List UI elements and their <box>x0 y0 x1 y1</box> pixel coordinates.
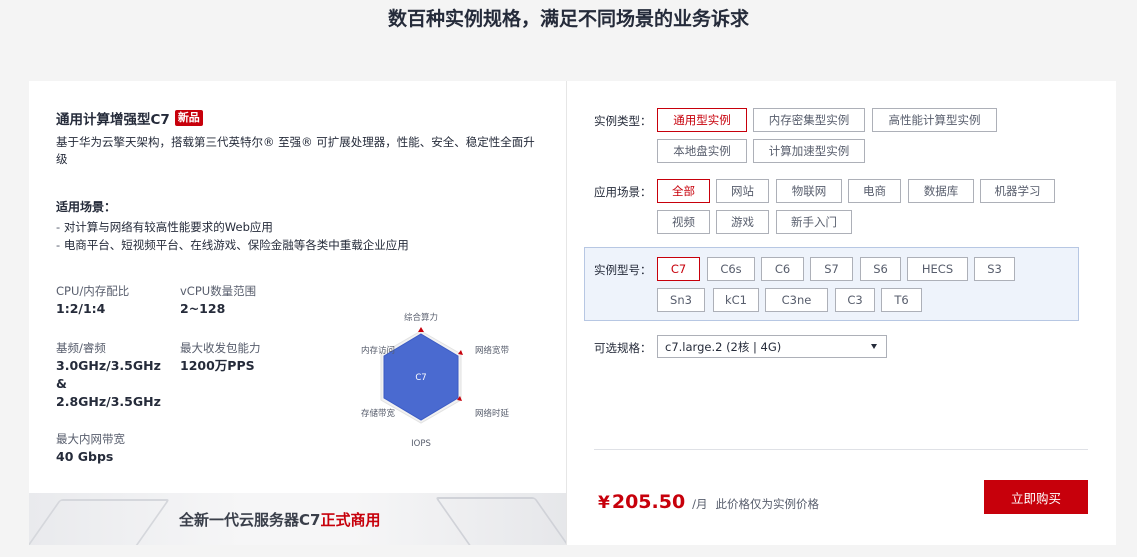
spec-frequency: 基频/睿频 3.0GHz/3.5GHz & 2.8GHz/3.5GHz <box>56 340 168 411</box>
spec-cpu-memory-ratio: CPU/内存配比 1:2/1:4 <box>56 283 129 318</box>
price-display: ¥ 205.50 /月 此价格仅为实例价格 <box>598 491 819 513</box>
instance-type-label: 实例类型： <box>594 114 652 128</box>
spec-select-value: c7.large.2 (2核 | 4G) <box>665 339 782 354</box>
scenario-option[interactable]: 视频 <box>657 210 710 234</box>
radar-center-label: C7 <box>415 373 426 383</box>
spec-select-label: 可选规格： <box>594 341 652 355</box>
scenario-option[interactable]: 数据库 <box>908 179 974 203</box>
spec-key: 最大收发包能力 <box>180 341 261 355</box>
product-description: 基于华为云擎天架构，搭载第三代英特尔® 至强® 可扩展处理器，性能、安全、稳定性… <box>56 135 535 166</box>
model-option[interactable]: HECS <box>907 257 968 281</box>
instance-type-option[interactable]: 本地盘实例 <box>657 139 747 163</box>
model-option[interactable]: S3 <box>974 257 1015 281</box>
radar-axis-label: IOPS <box>411 439 431 447</box>
radar-axis-label: 内存访问 <box>361 345 395 356</box>
product-detail-panel: 通用计算增强型C7 新品 基于华为云擎天架构，搭载第三代英特尔® 至强® 可扩展… <box>29 81 566 545</box>
model-option[interactable]: C3 <box>835 288 875 312</box>
scenario-title: 适用场景： <box>56 200 117 214</box>
model-option[interactable]: S6 <box>860 257 901 281</box>
price-divider <box>594 449 1088 450</box>
scenario-option[interactable]: 全部 <box>657 179 710 203</box>
spec-bandwidth: 最大内网带宽 40 Gbps <box>56 431 125 466</box>
chevron-down-icon <box>871 344 877 349</box>
radar-axis-label: 网络时延 <box>475 408 510 419</box>
promo-banner[interactable]: 全新一代云服务器C7正式商用 <box>29 493 566 545</box>
scenario-option[interactable]: 电商 <box>848 179 901 203</box>
scenario-option[interactable]: 新手入门 <box>776 210 852 234</box>
price-currency: ¥ <box>598 493 610 513</box>
model-option[interactable]: kC1 <box>713 288 759 312</box>
model-option[interactable]: C6 <box>761 257 804 281</box>
scenario-option[interactable]: 物联网 <box>776 179 842 203</box>
spec-value: 2~128 <box>180 301 226 316</box>
radar-axis-label: 网络宽带 <box>475 345 510 356</box>
model-filter-label: 实例型号： <box>594 263 652 277</box>
spec-pps: 最大收发包能力 1200万PPS <box>180 340 261 375</box>
instance-type-option[interactable]: 通用型实例 <box>657 108 747 132</box>
model-option[interactable]: Sn3 <box>657 288 705 312</box>
radar-axis-label: 综合算力 <box>404 312 438 323</box>
spec-key: 基频/睿频 <box>56 341 106 355</box>
spec-value: 40 Gbps <box>56 449 114 464</box>
spec-value: 3.0GHz/3.5GHz & 2.8GHz/3.5GHz <box>56 358 161 409</box>
price-amount: 205.50 <box>611 491 686 513</box>
instance-type-option[interactable]: 计算加速型实例 <box>753 139 865 163</box>
spec-value: 1200万PPS <box>180 358 255 373</box>
spec-value: 1:2/1:4 <box>56 301 106 316</box>
banner-decoration <box>434 497 566 545</box>
scenario-option[interactable]: 机器学习 <box>980 179 1055 203</box>
scenario-filter-label: 应用场景： <box>594 185 652 199</box>
spec-key: vCPU数量范围 <box>180 284 257 298</box>
spec-key: CPU/内存配比 <box>56 284 130 298</box>
model-option[interactable]: T6 <box>881 288 922 312</box>
instance-type-option[interactable]: 内存密集型实例 <box>753 108 865 132</box>
instance-type-option[interactable]: 高性能计算型实例 <box>872 108 997 132</box>
model-option[interactable]: C7 <box>657 257 700 281</box>
product-title-text: 通用计算增强型C7 <box>56 112 170 128</box>
scenario-item: 对计算与网络有较高性能要求的Web应用 <box>56 218 409 236</box>
product-title: 通用计算增强型C7 新品 <box>56 108 203 128</box>
scenario-item: 电商平台、短视频平台、在线游戏、保险金融等各类中重载企业应用 <box>56 236 409 254</box>
scenario-list: 对计算与网络有较高性能要求的Web应用 电商平台、短视频平台、在线游戏、保险金融… <box>56 218 409 254</box>
price-unit: /月 <box>692 497 708 511</box>
price-note: 此价格仅为实例价格 <box>715 497 820 511</box>
model-option[interactable]: C6s <box>707 257 755 281</box>
product-card: 通用计算增强型C7 新品 基于华为云擎天架构，搭载第三代英特尔® 至强® 可扩展… <box>29 81 1116 545</box>
scenario-option[interactable]: 游戏 <box>716 210 769 234</box>
spec-vcpu-range: vCPU数量范围 2~128 <box>180 283 256 318</box>
banner-text-highlight: 正式商用 <box>320 511 381 529</box>
new-badge: 新品 <box>174 110 203 126</box>
banner-text-prefix: 全新一代云服务器C7 <box>179 511 321 529</box>
buy-now-button[interactable]: 立即购买 <box>984 480 1088 514</box>
spec-select[interactable]: c7.large.2 (2核 | 4G) <box>657 335 887 358</box>
model-option[interactable]: C3ne <box>765 288 828 312</box>
radar-marker-icon <box>418 327 424 332</box>
banner-text: 全新一代云服务器C7正式商用 <box>179 509 380 530</box>
scenario-option[interactable]: 网站 <box>716 179 769 203</box>
spec-key: 最大内网带宽 <box>56 432 125 446</box>
page-title: 数百种实例规格，满足不同场景的业务诉求 <box>387 8 749 30</box>
model-option[interactable]: S7 <box>810 257 853 281</box>
radar-axis-label: 存储带宽 <box>361 408 396 419</box>
performance-radar-chart: C7 综合算力 网络宽带 网络时延 IOPS 存储带宽 内存访问 <box>361 312 510 447</box>
panel-divider <box>566 81 567 545</box>
banner-decoration <box>29 499 171 545</box>
